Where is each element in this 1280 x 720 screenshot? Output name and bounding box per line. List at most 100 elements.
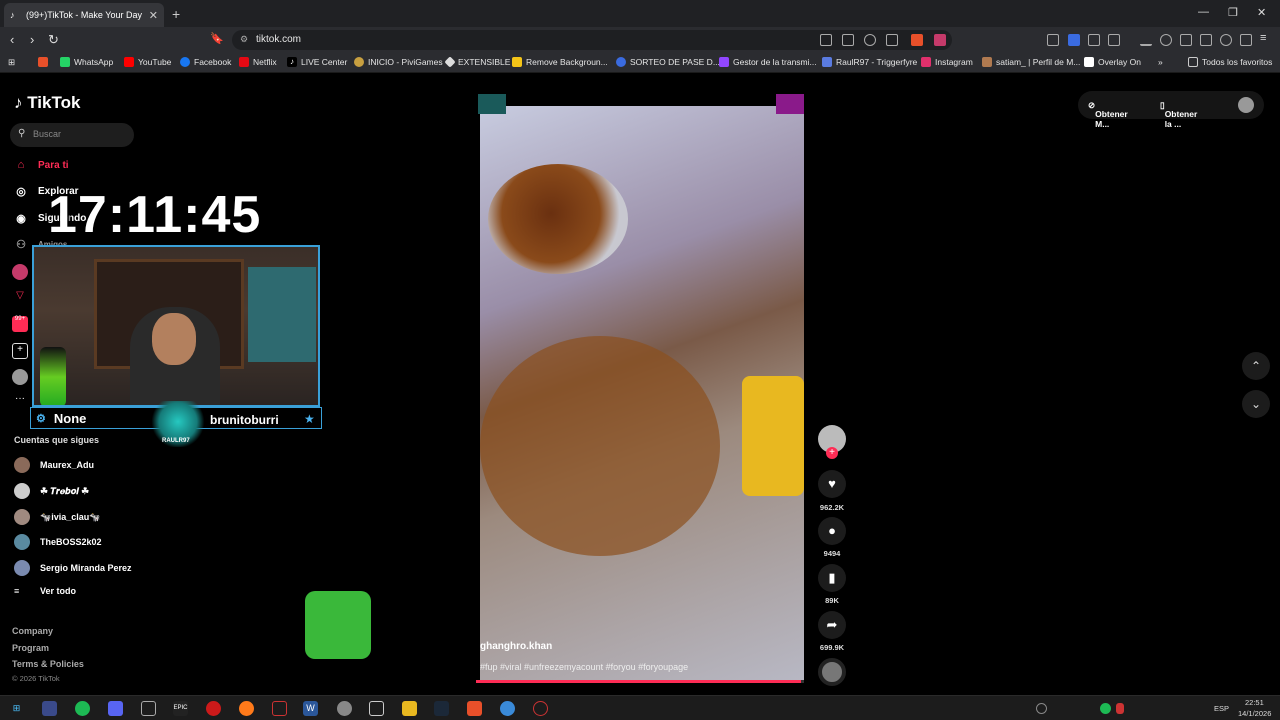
bookmark-instagram[interactable]: Instagram [921, 57, 973, 67]
footer-program[interactable]: Program [12, 643, 49, 653]
maximize-button[interactable]: ❐ [1228, 6, 1238, 19]
next-video-button[interactable]: ⌄ [1242, 390, 1270, 418]
previous-video-button[interactable]: ⌃ [1242, 352, 1270, 380]
footer-company[interactable]: Company [12, 626, 53, 636]
user-avatar[interactable] [1238, 97, 1254, 113]
like-button[interactable]: ♥ [818, 470, 846, 498]
app-icon[interactable] [272, 701, 287, 716]
bookmarks-more-button[interactable]: » [1158, 57, 1163, 67]
brave-icon[interactable] [467, 701, 482, 716]
download-icon[interactable] [1140, 34, 1152, 46]
activity-icon[interactable]: ▽ [12, 290, 28, 306]
reload-button[interactable]: ↻ [48, 32, 59, 48]
bookmark-pivigames[interactable]: INICIO - PiviGames [354, 57, 443, 67]
clock-time[interactable]: 22:51 [1245, 698, 1264, 707]
app-icon[interactable] [141, 701, 156, 716]
file-explorer-icon[interactable] [402, 701, 417, 716]
zoom-icon[interactable] [864, 34, 876, 46]
video-progress-bar[interactable] [476, 680, 804, 683]
bookmark-overlay-on[interactable]: Overlay On [1084, 57, 1141, 67]
music-disc-icon[interactable] [818, 658, 846, 686]
video-player[interactable] [480, 106, 804, 681]
puzzle-icon[interactable] [1088, 34, 1100, 46]
brave-bookmark-icon[interactable] [38, 57, 52, 67]
music-icon[interactable] [1160, 34, 1172, 46]
tray-spotify-icon[interactable] [1100, 703, 1111, 714]
screenshot-icon[interactable] [1108, 34, 1120, 46]
steam-icon[interactable] [434, 701, 449, 716]
bookmark-gestor[interactable]: Gestor de la transmi... [719, 57, 817, 67]
search-input[interactable]: ⚲ Buscar [10, 123, 134, 147]
account-item[interactable]: ☘ 𝑻𝒓𝒆𝒃𝒐𝒍 ☘ [14, 483, 89, 499]
share-icon[interactable] [886, 34, 898, 46]
site-info-icon[interactable]: ⚙ [240, 34, 248, 45]
all-bookmarks-folder[interactable]: Todos los favoritos [1188, 57, 1272, 67]
epic-games-icon[interactable]: EPIC [173, 701, 188, 716]
extension-icon[interactable] [1047, 34, 1059, 46]
bookmark-facebook[interactable]: Facebook [180, 57, 231, 67]
footer-terms[interactable]: Terms & Policies [12, 659, 84, 669]
bookmark-whatsapp[interactable]: WhatsApp [60, 57, 113, 67]
minimize-button[interactable]: — [1198, 6, 1209, 18]
comment-button[interactable]: ● [818, 517, 846, 545]
app-icon[interactable] [337, 701, 352, 716]
brave-rewards-icon[interactable] [934, 34, 946, 46]
vpn-icon[interactable] [1240, 34, 1252, 46]
account-item[interactable]: Sergio Miranda Perez [14, 560, 132, 576]
follow-plus-icon[interactable]: + [826, 447, 838, 459]
get-app-button[interactable]: ⊘ Obtener M... [1088, 100, 1128, 129]
video-username[interactable]: ghanghro.khan [480, 641, 552, 652]
translate-icon[interactable] [1068, 34, 1080, 46]
save-button[interactable]: ▮ [818, 564, 846, 592]
bookmark-remove-bg[interactable]: Remove Backgroun... [512, 57, 608, 67]
bookmark-netflix[interactable]: Netflix [239, 57, 277, 67]
spotify-icon[interactable] [75, 701, 90, 716]
messages-icon[interactable]: 99+ [12, 316, 28, 332]
see-all-link[interactable]: ≡ Ver todo [14, 586, 76, 596]
tiktok-logo[interactable]: ♪ TikTok [14, 93, 80, 113]
bookmark-extensible[interactable]: EXTENSIBLE [444, 56, 510, 68]
tray-mic-icon[interactable] [1116, 703, 1124, 714]
opera-icon[interactable] [206, 701, 221, 716]
wallet-icon[interactable] [1200, 34, 1212, 46]
bookmark-youtube[interactable]: YouTube [124, 57, 171, 67]
forward-button[interactable]: › [30, 32, 34, 47]
back-button[interactable]: ‹ [10, 32, 14, 47]
bookmark-page-icon[interactable]: 🔖 [210, 32, 224, 45]
profile-icon[interactable] [1220, 34, 1232, 46]
account-item[interactable]: Maurex_Adu [14, 457, 94, 473]
app-icon[interactable] [533, 701, 548, 716]
language-indicator[interactable]: ESP [1214, 704, 1229, 713]
get-desktop-button[interactable]: ▯ Obtener la ... [1160, 100, 1197, 129]
sidebar-icon[interactable] [1180, 34, 1192, 46]
clock-date[interactable]: 14/1/2026 [1238, 709, 1271, 718]
discord-icon[interactable] [108, 701, 123, 716]
start-icon[interactable]: ⊞ [9, 701, 24, 716]
live-icon[interactable] [12, 264, 28, 280]
brave-shield-icon[interactable] [911, 34, 923, 46]
cast-icon[interactable] [842, 34, 854, 46]
profile-avatar[interactable] [12, 369, 28, 385]
app-icon[interactable] [500, 701, 515, 716]
apps-grid-icon[interactable]: ⊞ [8, 57, 15, 68]
upload-icon[interactable]: + [12, 343, 28, 359]
video-hashtags[interactable]: #fup #viral #unfreezemyacount #foryou #f… [480, 662, 688, 672]
app-icon[interactable] [42, 701, 57, 716]
more-icon[interactable]: ··· [12, 393, 28, 409]
tab-close-icon[interactable]: ✕ [149, 9, 158, 22]
bookmark-satiam[interactable]: satiam_ | Perfil de M... [982, 57, 1080, 67]
tray-icon[interactable] [1036, 703, 1047, 714]
calculator-icon[interactable] [369, 701, 384, 716]
share-button[interactable]: ➦ [818, 611, 846, 639]
bookmark-sorteo[interactable]: SORTEO DE PASE D... [616, 57, 720, 67]
account-item[interactable]: 🐄ivia_clau🐄 [14, 509, 100, 525]
new-tab-button[interactable]: + [172, 6, 180, 22]
firefox-icon[interactable] [239, 701, 254, 716]
close-window-button[interactable]: ✕ [1257, 6, 1266, 19]
account-item[interactable]: TheBOSS2k02 [14, 534, 102, 550]
nav-for-you[interactable]: ⌂ Para ti [12, 159, 69, 171]
browser-tab[interactable]: ♪ (99+)TikTok - Make Your Day ✕ [4, 3, 164, 27]
bookmark-triggerfyre[interactable]: RaulR97 - Triggerfyre [822, 57, 917, 67]
media-icon[interactable] [820, 34, 832, 46]
menu-icon[interactable]: ≡ [1260, 32, 1266, 44]
